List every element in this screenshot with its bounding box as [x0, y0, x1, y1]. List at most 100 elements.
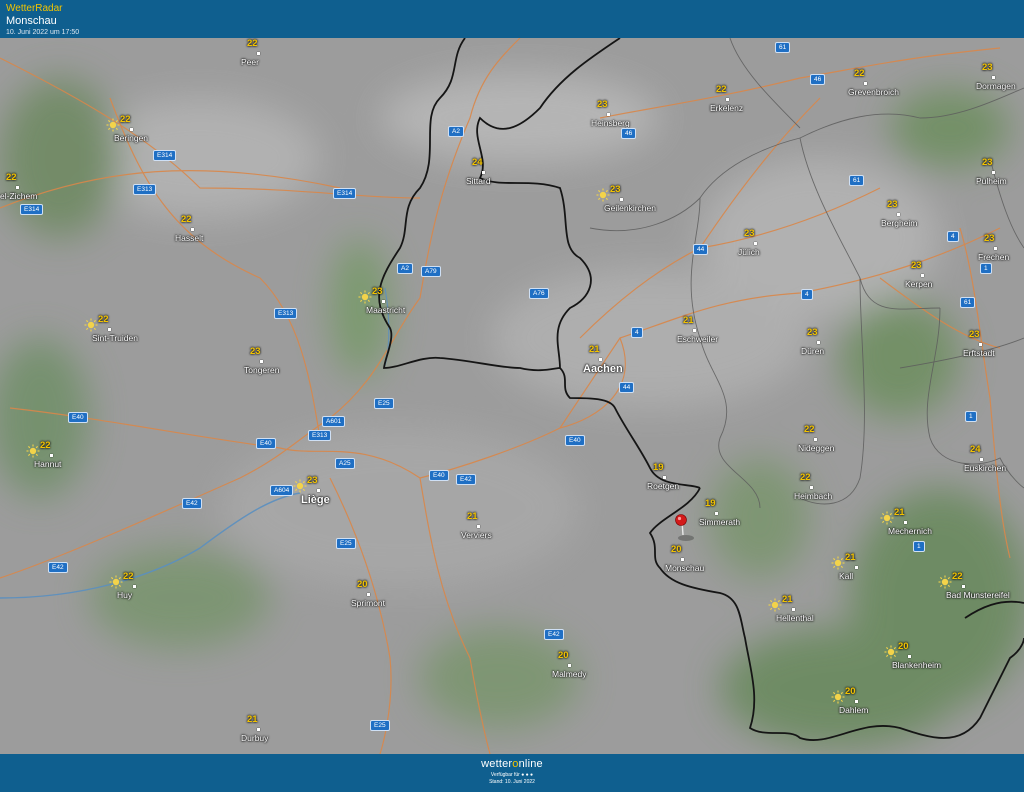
zichem-marker	[16, 186, 19, 189]
road-shield-r1-1: 1	[980, 263, 992, 274]
city-liege: Liège	[301, 494, 330, 506]
city-dahlem: Dahlem	[839, 705, 869, 715]
road-shield-e314-2: E314	[20, 204, 44, 215]
dueren-temp: 23	[807, 327, 818, 338]
road-shield-e313-2: E313	[274, 308, 298, 319]
aachen-temp: 21	[589, 344, 600, 355]
kall-marker	[855, 566, 858, 569]
blankenheim-marker	[908, 655, 911, 658]
sint-truiden-sun-icon	[84, 318, 98, 332]
radar-timestamp: 10. Juni 2022 um 17:50	[6, 29, 80, 36]
hannut-marker	[50, 454, 53, 457]
dahlem-marker	[855, 700, 858, 703]
road-shield-r61-3: 61	[960, 297, 976, 308]
nideggen-marker	[814, 438, 817, 441]
frechen-temp: 23	[984, 233, 995, 244]
stand-date: Stand: 10. Juni 2022	[489, 779, 535, 785]
tongeren-temp: 23	[250, 346, 261, 357]
sittard-temp: 24	[472, 157, 483, 168]
location-title: Monschau	[6, 15, 57, 27]
city-aachen: Aachen	[583, 363, 623, 375]
eschweiler-temp: 21	[683, 315, 694, 326]
city-durbuy: Durbuy	[241, 733, 269, 743]
city-sprimont: Sprimont	[351, 598, 386, 608]
road-shield-e25-2: E25	[336, 538, 356, 549]
blankenheim-sun-icon	[884, 645, 898, 659]
road-shield-e314-1: E314	[153, 150, 177, 161]
peer-marker	[257, 52, 260, 55]
availability-text: Verfügbar für ● ● ●	[0, 772, 1024, 778]
erkelenz-temp: 22	[716, 84, 727, 95]
road-shield-r46-2: 46	[810, 74, 826, 85]
liege-temp: 23	[307, 475, 318, 486]
kerpen-marker	[921, 274, 924, 277]
city-sint-truiden: Sint-Truiden	[92, 333, 138, 343]
erftstadt-temp: 23	[969, 329, 980, 340]
road-shield-r44-1: 44	[693, 244, 709, 255]
city-tongeren: Tongeren	[244, 365, 280, 375]
mechernich-sun-icon	[880, 511, 894, 525]
city-euskirchen: Euskirchen	[964, 463, 1007, 473]
road-shield-r61-2: 61	[849, 175, 865, 186]
verviers-marker	[477, 525, 480, 528]
city-hellenthal: Hellenthal	[776, 613, 814, 623]
road-shield-a601: A601	[322, 416, 346, 427]
road-shield-e313-3: E313	[308, 430, 332, 441]
city-frechen: Frechen	[978, 252, 1010, 262]
erftstadt-marker	[979, 343, 982, 346]
city-simmerath: Simmerath	[699, 517, 741, 527]
road-shield-e313-1: E313	[133, 184, 157, 195]
road-shield-e40-1: E40	[68, 412, 88, 423]
radar-map[interactable]: 22 Peer 22 Beringen 22 el-Zichem 22 Hasselt 22 Si…	[0, 38, 1024, 754]
city-beringen: Beringen	[114, 133, 149, 143]
grevenbroich-marker	[864, 82, 867, 85]
road-shield-a2-north: A2	[448, 126, 464, 137]
dormagen-temp: 23	[982, 62, 993, 73]
sint-truiden-temp: 22	[98, 314, 109, 325]
simmerath-temp: 19	[705, 498, 716, 509]
city-grevenbroich: Grevenbroich	[848, 87, 900, 97]
road-shield-a76: A76	[529, 288, 549, 299]
heinsberg-temp: 23	[597, 99, 608, 110]
sint-truiden-marker	[108, 328, 111, 331]
city-malmedy: Malmedy	[552, 669, 587, 679]
road-shield-e314-3: E314	[333, 188, 357, 199]
geilenkirchen-temp: 23	[610, 184, 621, 195]
city-hasselt: Hasselt	[175, 233, 204, 243]
road-shield-e42-1: E42	[182, 498, 202, 509]
road-shield-r1-2: 1	[965, 411, 977, 422]
mechernich-marker	[904, 521, 907, 524]
sprimont-marker	[367, 593, 370, 596]
peer-temp: 22	[247, 38, 258, 49]
verviers-temp: 21	[467, 511, 478, 522]
road-shield-e42-3: E42	[48, 562, 68, 573]
city-monschau: Monschau	[665, 563, 705, 573]
road-shield-r1-3: 1	[913, 541, 925, 552]
maastricht-temp: 23	[372, 286, 383, 297]
grevenbroich-temp: 22	[854, 68, 865, 79]
durbuy-temp: 21	[247, 714, 258, 725]
city-bad-muenstereifel: Bad Munstereifel	[946, 590, 1010, 600]
maastricht-sun-icon	[358, 290, 372, 304]
city-roetgen: Roetgen	[647, 481, 680, 491]
city-dueren: Düren	[801, 346, 825, 356]
pulheim-marker	[992, 171, 995, 174]
sittard-marker	[482, 171, 485, 174]
nideggen-temp: 22	[804, 424, 815, 435]
road-shield-r46-1: 46	[621, 128, 637, 139]
city-kall: Kall	[839, 571, 854, 581]
pulheim-temp: 23	[982, 157, 993, 168]
city-eschweiler: Eschweiler	[677, 334, 719, 344]
city-heinsberg: Heinsberg	[591, 118, 630, 128]
maastricht-marker	[382, 300, 385, 303]
bad-muenstereifel-temp: 22	[952, 571, 963, 582]
platform-icons: ● ● ●	[521, 772, 534, 778]
wetteronline-logo[interactable]: wetteronline	[0, 758, 1024, 770]
beringen-sun-icon	[106, 118, 120, 132]
city-erftstadt: Erftstadt	[963, 348, 995, 358]
aachen-marker	[599, 358, 602, 361]
city-erkelenz: Erkelenz	[710, 103, 744, 113]
roetgen-temp: 19	[653, 462, 664, 473]
city-heimbach: Heimbach	[794, 491, 833, 501]
city-zichem: el-Zichem	[0, 191, 38, 201]
